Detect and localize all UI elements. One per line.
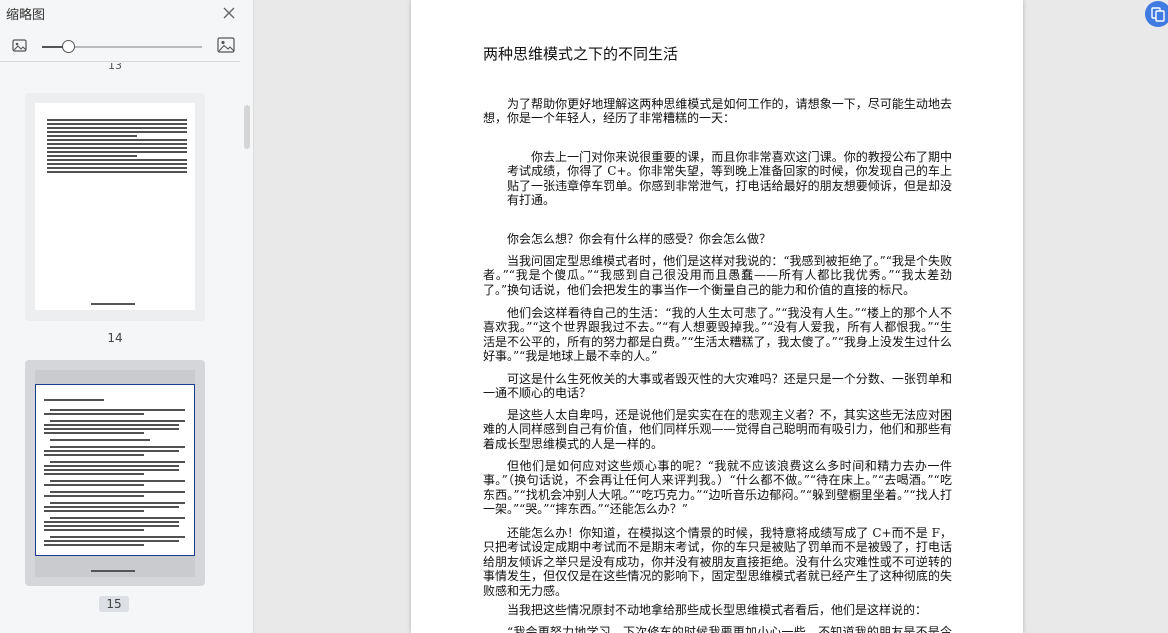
thumbnail-text-line bbox=[50, 420, 185, 422]
thumbnail-text-line bbox=[50, 446, 185, 448]
paragraph: 但他们是如何应对这些烦心事的呢？“我就不应该浪费这么多时间和精力去办一件事。”（… bbox=[483, 459, 952, 517]
thumbnail-toolbar bbox=[0, 30, 240, 62]
paragraph: 当我问固定型思维模式者时，他们是这样对我说的：“我感到被拒绝了。”“我是个失败者… bbox=[483, 254, 952, 297]
thumbnail-text-line bbox=[50, 517, 185, 519]
thumbnail-text-line bbox=[44, 413, 144, 415]
thumbnail-text-line bbox=[44, 510, 144, 512]
close-icon[interactable] bbox=[220, 4, 238, 22]
thumbnail-selected-frame bbox=[35, 384, 195, 556]
thumbnail-text-line bbox=[47, 131, 187, 133]
floating-translate-button[interactable] bbox=[1145, 1, 1168, 27]
thumbnail-text-line bbox=[50, 480, 185, 482]
document-page: 两种思维模式之下的不同生活 为了帮助你更好地理解这两种思维模式是如何工作的，请想… bbox=[411, 0, 1023, 633]
thumbnail-text-line bbox=[44, 495, 144, 497]
thumbnail-text-line bbox=[47, 163, 187, 165]
image-small-icon[interactable] bbox=[12, 38, 28, 52]
thumbnail-page-15[interactable] bbox=[25, 360, 205, 586]
thumbnail-text-line bbox=[44, 473, 144, 475]
paragraph: 还能怎么办！你知道，在模拟这个情景的时候，我特意将成绩写成了 C+而不是 F，只… bbox=[483, 526, 952, 598]
sidebar-title: 缩略图 bbox=[6, 8, 46, 23]
previous-page-number: 13 bbox=[108, 63, 122, 72]
thumbnail-text-line bbox=[50, 491, 185, 493]
thumbnail-text-line bbox=[47, 147, 187, 149]
thumbnail-text-line bbox=[47, 123, 187, 125]
thumbnail-text-line bbox=[44, 540, 179, 542]
thumbnail-text-line bbox=[44, 506, 179, 508]
slider-knob[interactable] bbox=[61, 40, 75, 53]
thumbnail-page-preview bbox=[35, 370, 195, 577]
thumbnail-text-line bbox=[44, 399, 104, 401]
thumbnail-text-line bbox=[44, 428, 179, 430]
thumbnail-text-line bbox=[44, 484, 144, 486]
thumbnail-text-line bbox=[47, 171, 187, 173]
thumbnail-text-line bbox=[44, 424, 179, 426]
thumbnail-list: 13 14 15 bbox=[0, 63, 240, 633]
thumbnail-text-line bbox=[47, 143, 187, 145]
sidebar-scrollbar[interactable] bbox=[244, 105, 250, 149]
thumbnail-text-line bbox=[44, 454, 144, 456]
paragraph: 为了帮助你更好地理解这两种思维模式是如何工作的，请想象一下，尽可能生动地去想，你… bbox=[483, 97, 952, 126]
thumbnail-text-line bbox=[50, 502, 185, 504]
thumbnail-text-line bbox=[47, 127, 187, 129]
thumbnail-text-line bbox=[50, 536, 185, 538]
thumbnail-text-line bbox=[47, 155, 137, 157]
thumbnail-text-line bbox=[47, 167, 187, 169]
thumbnail-text-line bbox=[44, 529, 144, 531]
thumbnail-text-line bbox=[47, 139, 187, 141]
thumbnail-text-line bbox=[44, 469, 179, 471]
thumbnail-text-line bbox=[47, 159, 187, 161]
thumbnail-page-14[interactable] bbox=[25, 93, 205, 321]
thumbnail-sidebar: 缩略图 13 14 15 bbox=[0, 0, 254, 633]
thumbnail-text-line bbox=[47, 135, 137, 137]
paragraph: “我会更努力地学习，下次修车的时候我要更加小心一些，不知道我的朋友是不是今天过得… bbox=[507, 625, 952, 633]
thumbnail-zoom-slider[interactable] bbox=[42, 40, 202, 53]
thumbnail-text-line bbox=[50, 409, 185, 411]
image-large-icon[interactable] bbox=[217, 37, 235, 53]
thumbnail-footer bbox=[91, 570, 135, 572]
thumbnail-text-line bbox=[50, 439, 150, 441]
thumbnail-page-label-selected: 15 bbox=[99, 596, 129, 612]
paragraph: 你会怎么想？你会有什么样的感受？你会怎么做？ bbox=[507, 232, 772, 246]
thumbnail-text-line bbox=[44, 450, 179, 452]
thumbnail-text-line bbox=[44, 525, 179, 527]
thumbnail-text-line bbox=[44, 432, 144, 434]
thumbnail-text-line bbox=[44, 521, 179, 523]
paragraph: 当我把这些情况原封不动地拿给那些成长型思维模式者看后，他们是这样说的： bbox=[507, 603, 928, 617]
paragraph: 是这些人太自卑吗，还是说他们是实实在在的悲观主义者？不，其实这些无法应对困难的人… bbox=[483, 408, 952, 451]
thumbnail-text-line bbox=[50, 461, 185, 463]
thumbnail-page-label: 14 bbox=[107, 331, 123, 345]
thumbnail-text-line bbox=[44, 544, 144, 546]
thumbnail-footer bbox=[91, 303, 135, 305]
page-title: 两种思维模式之下的不同生活 bbox=[483, 45, 679, 63]
translate-icon bbox=[1145, 7, 1168, 31]
paragraph: 他们会这样看待自己的生活：“我的人生太可悲了。”“我没有人生。”“楼上的那个人不… bbox=[483, 306, 952, 364]
paragraph-quote: 你去上一门对你来说很重要的课，而且你非常喜欢这门课。你的教授公布了期中考试成绩，… bbox=[507, 150, 952, 208]
thumbnail-text-line bbox=[47, 119, 187, 121]
paragraph: 可这是什么生死攸关的大事或者毁灭性的大灾难吗？还是只是一个分数、一张罚单和一通不… bbox=[483, 372, 952, 401]
sidebar-header: 缩略图 bbox=[0, 0, 254, 26]
thumbnail-text-line bbox=[44, 465, 179, 467]
thumbnail-text-line bbox=[47, 151, 187, 153]
document-viewer: 两种思维模式之下的不同生活 为了帮助你更好地理解这两种思维模式是如何工作的，请想… bbox=[254, 0, 1168, 633]
thumbnail-page-preview bbox=[35, 103, 195, 310]
